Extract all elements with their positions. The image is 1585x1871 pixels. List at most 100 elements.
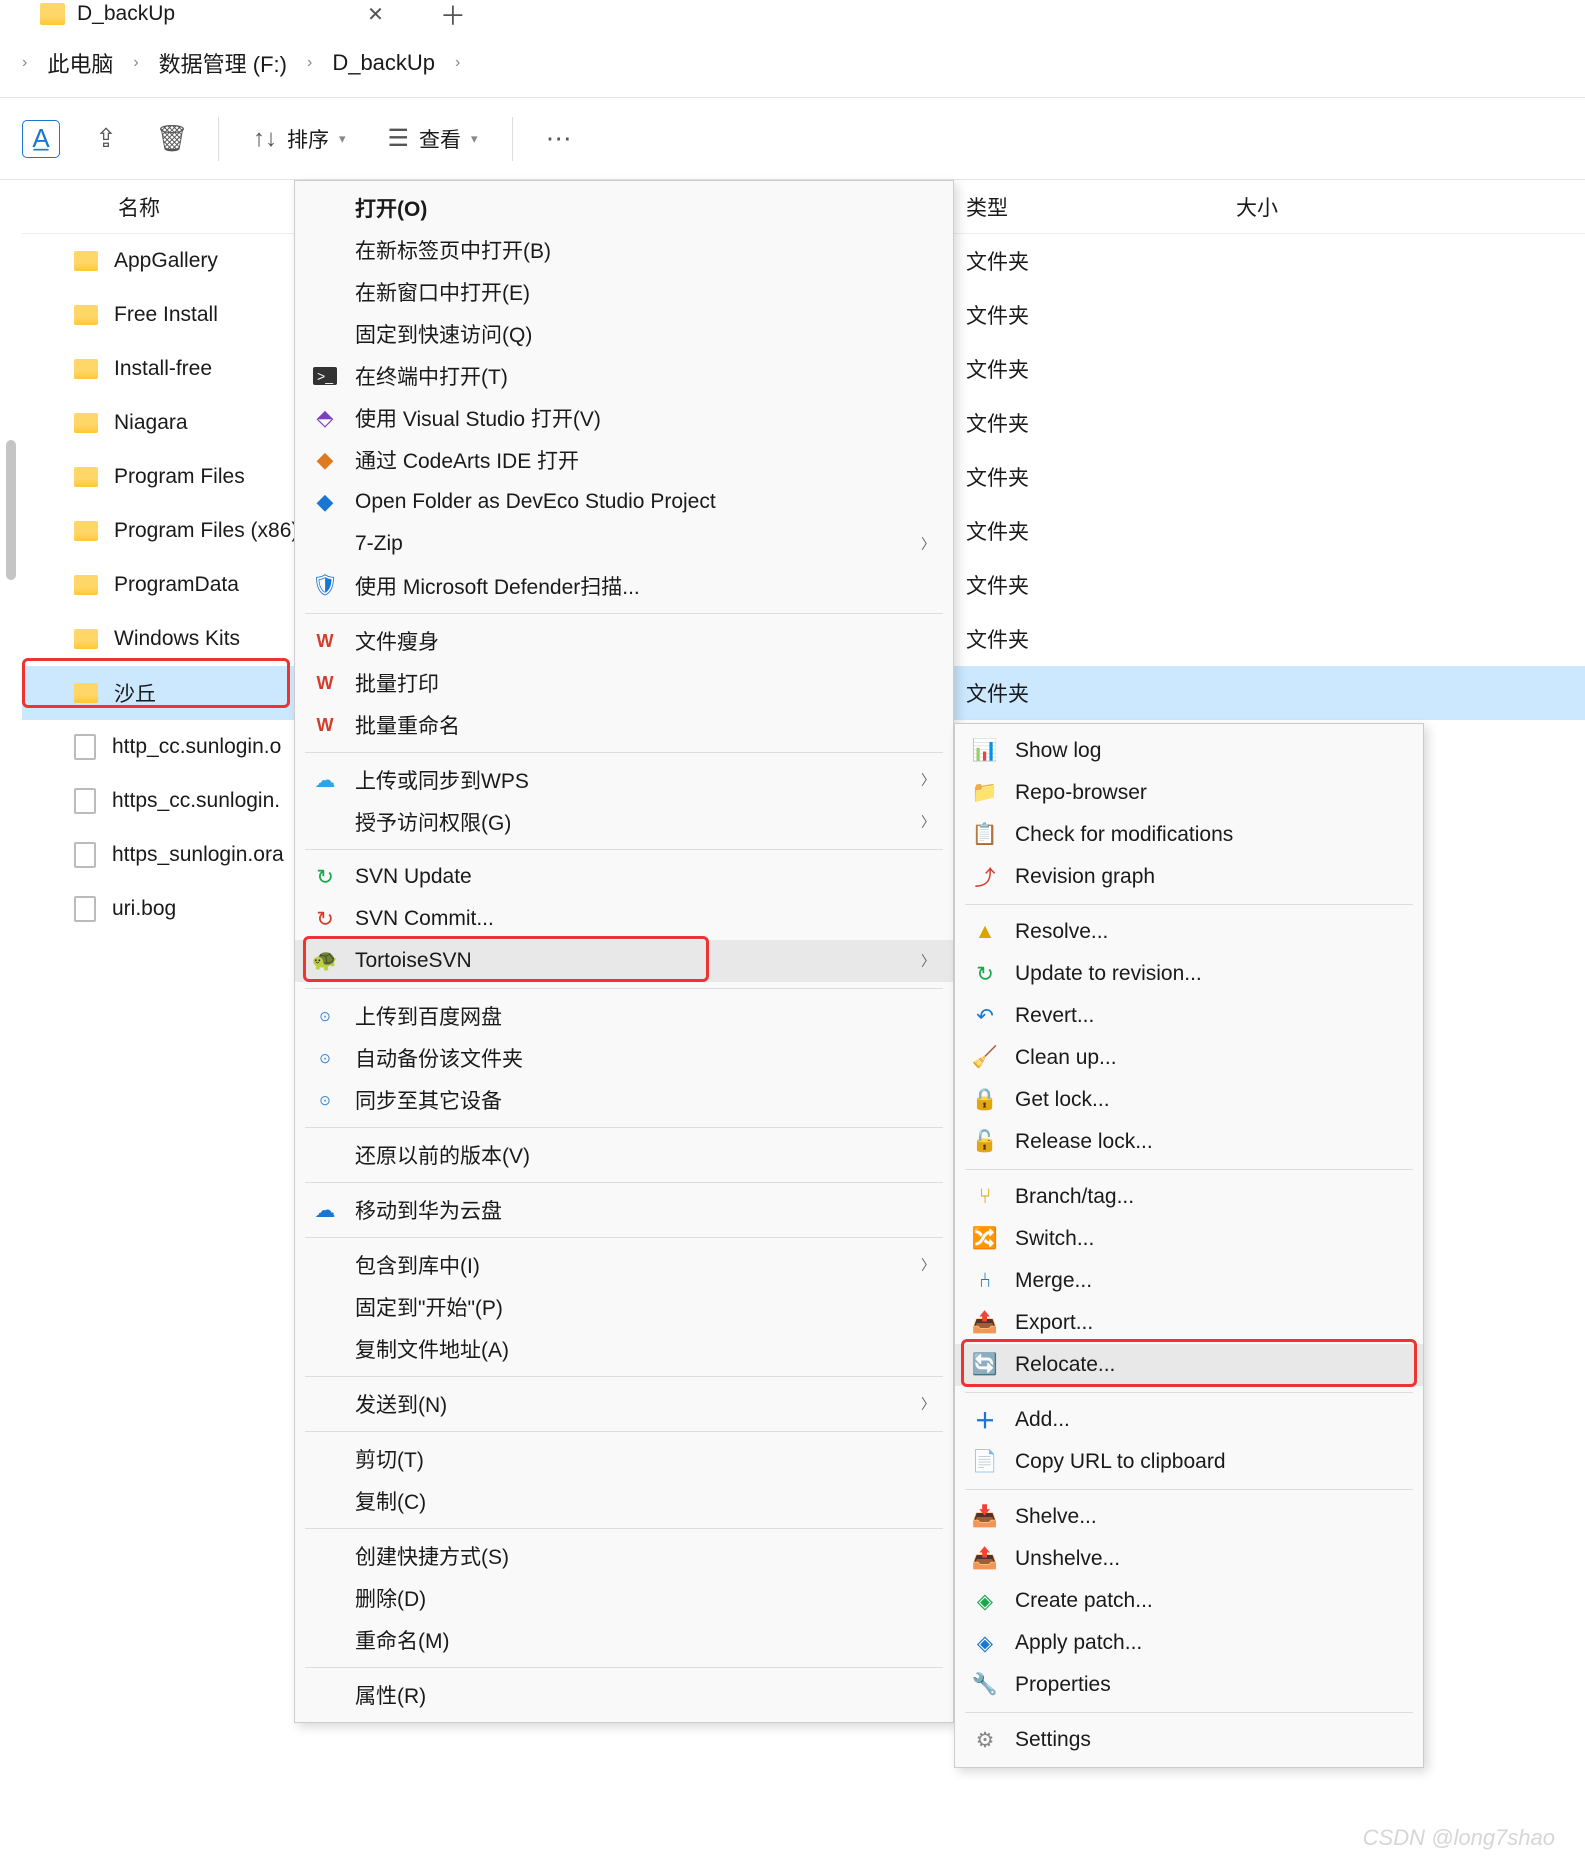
submenu-item[interactable]: 🔀Switch... — [955, 1218, 1423, 1260]
menu-item[interactable]: 在新标签页中打开(B) — [295, 229, 953, 271]
props-icon: 🔧 — [971, 1671, 999, 1699]
menu-label: 固定到"开始"(P) — [355, 1292, 935, 1322]
submenu-item[interactable]: ▲Resolve... — [955, 911, 1423, 953]
view-label: 查看 — [419, 124, 461, 154]
menu-separator — [965, 904, 1413, 905]
file-name: https_cc.sunlogin. — [112, 789, 280, 813]
baidu-icon: ⊙ — [311, 1086, 339, 1114]
menu-item[interactable]: 固定到"开始"(P) — [295, 1286, 953, 1328]
add-icon: ＋ — [971, 1406, 999, 1434]
menu-item[interactable]: 7-Zip〉 — [295, 523, 953, 565]
submenu-item[interactable]: ⑂Branch/tag... — [955, 1176, 1423, 1218]
crumb[interactable]: 数据管理 (F:) — [159, 47, 287, 79]
blank-icon — [311, 1251, 339, 1279]
menu-item[interactable]: 重命名(M) — [295, 1619, 953, 1661]
submenu-item[interactable]: 📥Shelve... — [955, 1496, 1423, 1538]
blank-icon — [311, 1626, 339, 1654]
menu-item[interactable]: 创建快捷方式(S) — [295, 1535, 953, 1577]
menu-separator — [305, 1376, 943, 1377]
menu-item[interactable]: 授予访问权限(G)〉 — [295, 801, 953, 843]
submenu-item[interactable]: ⑃Merge... — [955, 1260, 1423, 1302]
submenu-item[interactable]: ＋Add... — [955, 1399, 1423, 1441]
menu-item[interactable]: ☁上传或同步到WPS〉 — [295, 759, 953, 801]
menu-item[interactable]: 🛡使用 Microsoft Defender扫描... — [295, 565, 953, 607]
submenu-item[interactable]: 🔄Relocate... — [955, 1344, 1423, 1386]
menu-item[interactable]: ◆Open Folder as DevEco Studio Project — [295, 481, 953, 523]
submenu-item[interactable]: ↻Update to revision... — [955, 953, 1423, 995]
menu-item[interactable]: ⊙上传到百度网盘 — [295, 995, 953, 1037]
submenu-item[interactable]: 🔓Release lock... — [955, 1121, 1423, 1163]
breadcrumb[interactable]: › 此电脑 › 数据管理 (F:) › D_backUp › — [0, 28, 1585, 98]
huawei-icon: ☁ — [311, 1196, 339, 1224]
col-type[interactable]: 类型 — [966, 192, 1236, 222]
share-button[interactable]: ⇪ — [78, 111, 134, 167]
menu-item[interactable]: W批量重命名 — [295, 704, 953, 746]
file-icon — [74, 896, 96, 922]
submenu-label: Revision graph — [1015, 865, 1405, 889]
submenu-item[interactable]: 📤Unshelve... — [955, 1538, 1423, 1580]
submenu-label: Unshelve... — [1015, 1547, 1405, 1571]
file-name: Program Files — [114, 465, 245, 489]
menu-item[interactable]: ↻SVN Commit... — [295, 898, 953, 940]
file-type: 文件夹 — [966, 462, 1236, 492]
submenu-item[interactable]: 📤Export... — [955, 1302, 1423, 1344]
menu-item[interactable]: 复制(C) — [295, 1480, 953, 1522]
menu-item[interactable]: 🐢TortoiseSVN〉 — [295, 940, 953, 982]
submenu-item[interactable]: 📋Check for modifications — [955, 814, 1423, 856]
ws-icon: W — [311, 711, 339, 739]
menu-item[interactable]: >_在终端中打开(T) — [295, 355, 953, 397]
menu-label: 7-Zip — [355, 532, 905, 556]
submenu-item[interactable]: 🔧Properties — [955, 1664, 1423, 1706]
crumb[interactable]: 此电脑 — [47, 47, 113, 79]
submenu-item[interactable]: 🧹Clean up... — [955, 1037, 1423, 1079]
col-size[interactable]: 大小 — [1236, 192, 1585, 222]
sort-button[interactable]: ↑↓ 排序 ▾ — [237, 124, 362, 154]
menu-label: 使用 Visual Studio 打开(V) — [355, 403, 935, 433]
ws-icon: W — [311, 627, 339, 655]
menu-item[interactable]: 还原以前的版本(V) — [295, 1134, 953, 1176]
menu-item[interactable]: ⬘使用 Visual Studio 打开(V) — [295, 397, 953, 439]
menu-item[interactable]: 剪切(T) — [295, 1438, 953, 1480]
file-type: 文件夹 — [966, 354, 1236, 384]
view-button[interactable]: ☰ 查看 ▾ — [372, 124, 494, 154]
submenu-item[interactable]: 📊Show log — [955, 730, 1423, 772]
menu-item[interactable]: W批量打印 — [295, 662, 953, 704]
submenu-item[interactable]: 📄Copy URL to clipboard — [955, 1441, 1423, 1483]
rename-button[interactable]: A̲ — [22, 120, 60, 158]
submenu-item[interactable]: 🔒Get lock... — [955, 1079, 1423, 1121]
menu-label: SVN Commit... — [355, 907, 935, 931]
crumb[interactable]: D_backUp — [332, 50, 435, 76]
menu-item[interactable]: ↻SVN Update — [295, 856, 953, 898]
menu-item[interactable]: ⊙同步至其它设备 — [295, 1079, 953, 1121]
active-tab[interactable]: D_backUp ✕ — [20, 2, 410, 27]
menu-item[interactable]: 属性(R) — [295, 1674, 953, 1716]
menu-item[interactable]: ◆通过 CodeArts IDE 打开 — [295, 439, 953, 481]
scrollbar-thumb[interactable] — [6, 440, 16, 580]
new-tab-button[interactable]: ＋ — [440, 0, 466, 33]
submenu-item[interactable]: ◈Apply patch... — [955, 1622, 1423, 1664]
folder-icon — [74, 521, 98, 541]
menu-label: 重命名(M) — [355, 1625, 935, 1655]
menu-item[interactable]: 固定到快速访问(Q) — [295, 313, 953, 355]
submenu-item[interactable]: ◈Create patch... — [955, 1580, 1423, 1622]
menu-item[interactable]: 在新窗口中打开(E) — [295, 271, 953, 313]
submenu-item[interactable]: ↶Revert... — [955, 995, 1423, 1037]
submenu-item[interactable]: ⤴Revision graph — [955, 856, 1423, 898]
menu-separator — [305, 1127, 943, 1128]
submenu-item[interactable]: ⚙Settings — [955, 1719, 1423, 1761]
more-button[interactable]: ⋯ — [531, 111, 587, 167]
close-icon[interactable]: ✕ — [367, 2, 384, 27]
submenu-item[interactable]: 📁Repo-browser — [955, 772, 1423, 814]
menu-item[interactable]: 打开(O) — [295, 187, 953, 229]
menu-item[interactable]: W文件瘦身 — [295, 620, 953, 662]
menu-item[interactable]: 复制文件地址(A) — [295, 1328, 953, 1370]
delete-button[interactable]: 🗑 — [144, 111, 200, 167]
menu-item[interactable]: ☁移动到华为云盘 — [295, 1189, 953, 1231]
menu-item[interactable]: 删除(D) — [295, 1577, 953, 1619]
blank-icon — [311, 808, 339, 836]
chevron-right-icon: › — [22, 54, 27, 72]
menu-item[interactable]: 包含到库中(I)〉 — [295, 1244, 953, 1286]
menu-item[interactable]: 发送到(N)〉 — [295, 1383, 953, 1425]
submenu-label: Resolve... — [1015, 920, 1405, 944]
menu-item[interactable]: ⊙自动备份该文件夹 — [295, 1037, 953, 1079]
